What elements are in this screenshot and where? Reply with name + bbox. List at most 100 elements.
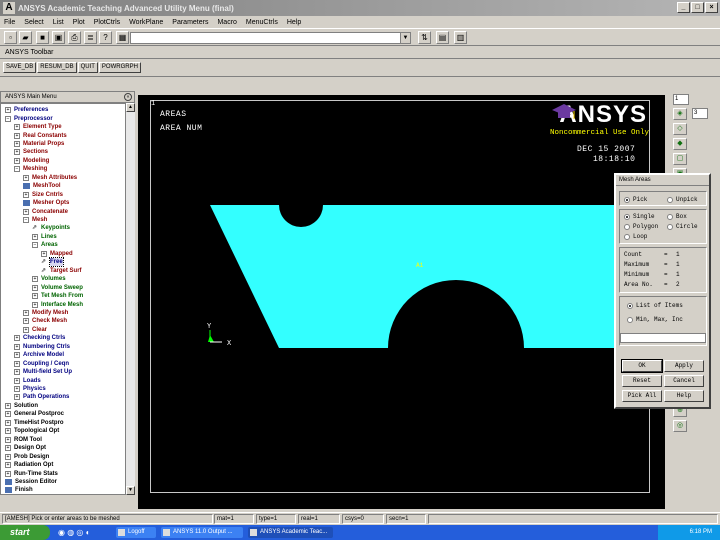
menu-item-tet-mesh-from[interactable]: + Tet Mesh From: [32, 292, 83, 300]
menu-item-keypoints[interactable]: ⇗ Keypoints: [32, 224, 70, 232]
menu-plot[interactable]: Plot: [73, 19, 85, 26]
menu-item-preferences[interactable]: + Preferences: [5, 106, 48, 114]
menu-select[interactable]: Select: [24, 19, 43, 26]
help-button[interactable]: Help: [664, 390, 704, 402]
quick-launch-icons[interactable]: ◉ ◍ ◎ ◐: [58, 528, 90, 537]
menu-item-concatenate[interactable]: + Concatenate: [23, 207, 68, 215]
menu-item-interface-mesh[interactable]: + Interface Mesh: [32, 300, 83, 308]
menu-item-rom-tool[interactable]: + ROM Tool: [5, 436, 42, 444]
raise-hidden-icon[interactable]: ⇅: [418, 31, 431, 44]
menu-item-mesh[interactable]: − Mesh: [23, 216, 47, 224]
single-radio[interactable]: Single: [624, 213, 655, 220]
menu-item-multi-field-set-up[interactable]: + Multi-field Set Up: [14, 368, 72, 376]
menu-item-radiation-opt[interactable]: + Radiation Opt: [5, 461, 53, 469]
menu-item-general-postproc[interactable]: + General Postproc: [5, 410, 64, 418]
close-button[interactable]: ×: [705, 2, 718, 13]
task-logoff[interactable]: Logoff: [116, 527, 156, 538]
unpick-radio[interactable]: Unpick: [667, 196, 698, 203]
menu-item-modeling[interactable]: + Modeling: [14, 157, 49, 165]
menu-item-timehist-postpro[interactable]: + TimeHist Postpro: [5, 419, 64, 427]
window-select[interactable]: 1: [673, 94, 689, 105]
menu-item-loads[interactable]: + Loads: [14, 376, 41, 384]
save-icon[interactable]: ■: [36, 31, 49, 44]
menu-item-meshtool[interactable]: MeshTool: [23, 182, 61, 190]
menu-list[interactable]: List: [53, 19, 64, 26]
pick-radio[interactable]: Pick: [624, 196, 647, 203]
menu-workplane[interactable]: WorkPlane: [129, 19, 163, 26]
menu-item-coupling-ceqn[interactable]: + Coupling / Ceqn: [14, 360, 69, 368]
workbench-icon[interactable]: ▥: [454, 31, 467, 44]
menu-item-volume-sweep[interactable]: + Volume Sweep: [32, 283, 83, 291]
menu-item-path-operations[interactable]: + Path Operations: [14, 393, 69, 401]
menu-item-clear[interactable]: + Clear: [23, 326, 47, 334]
task-ansys-main[interactable]: ANSYS Academic Teac...: [248, 527, 333, 538]
collapse-icon[interactable]: «: [124, 93, 132, 101]
polygon-radio[interactable]: Polygon: [624, 223, 658, 230]
menu-macro[interactable]: Macro: [217, 19, 236, 26]
report-icon[interactable]: ≣: [84, 31, 97, 44]
image-capture-icon[interactable]: ▦: [116, 31, 129, 44]
main-menu-scrollbar[interactable]: ▲ ▼: [125, 103, 135, 495]
reset-button[interactable]: Reset: [622, 375, 662, 387]
scroll-up-icon[interactable]: ▲: [126, 103, 135, 112]
powergraph-button[interactable]: POWRGRPH: [98, 62, 141, 73]
open-folder-icon[interactable]: ▰: [19, 31, 32, 44]
reset-view-icon[interactable]: ◎: [673, 420, 687, 432]
menu-item-modify-mesh[interactable]: + Modify Mesh: [23, 309, 68, 317]
menu-item-areas[interactable]: − Areas: [32, 241, 58, 249]
right-view-icon[interactable]: ▢: [673, 153, 687, 165]
save-db-button[interactable]: SAVE_DB: [3, 62, 37, 73]
task-ansys-output[interactable]: ANSYS 11.0 Output ...: [161, 527, 243, 538]
menu-item-size-cntrls[interactable]: + Size Cntrls: [23, 191, 63, 199]
menu-item-physics[interactable]: + Physics: [14, 385, 46, 393]
menu-file[interactable]: File: [4, 19, 15, 26]
contact-manager-icon[interactable]: ▤: [436, 31, 449, 44]
command-input[interactable]: ▼: [130, 32, 411, 44]
resume-db-button[interactable]: RESUM_DB: [37, 62, 77, 73]
menu-menuctrls[interactable]: MenuCtrls: [246, 19, 278, 26]
menu-item-archive-model[interactable]: + Archive Model: [14, 351, 64, 359]
iso-view-icon[interactable]: ◈: [673, 108, 687, 120]
menu-item-element-type[interactable]: + Element Type: [14, 123, 62, 131]
scroll-down-icon[interactable]: ▼: [126, 486, 135, 495]
pick-all-button[interactable]: Pick All: [622, 390, 662, 402]
menu-item-prob-design[interactable]: + Prob Design: [5, 452, 49, 460]
menu-item-check-mesh[interactable]: + Check Mesh: [23, 317, 67, 325]
menu-item-mesh-attributes[interactable]: + Mesh Attributes: [23, 174, 77, 182]
apply-button[interactable]: Apply: [664, 360, 704, 372]
menu-item-real-constants[interactable]: + Real Constants: [14, 131, 67, 139]
list-of-items-radio[interactable]: List of Items: [627, 302, 683, 309]
view-select[interactable]: 3: [692, 108, 708, 119]
help-bulb-icon[interactable]: ?: [99, 31, 112, 44]
menu-item-target-surf[interactable]: ⇗ Target Surf: [41, 267, 82, 275]
cancel-button[interactable]: Cancel: [664, 375, 704, 387]
menu-item-free[interactable]: ⇗ Free: [41, 257, 64, 268]
menu-item-solution[interactable]: + Solution: [5, 402, 38, 410]
chevron-down-icon[interactable]: ▼: [400, 33, 410, 43]
print-icon[interactable]: ⎙: [68, 31, 81, 44]
quit-button[interactable]: QUIT: [77, 62, 98, 73]
menu-item-lines[interactable]: + Lines: [32, 233, 57, 241]
plot-icon[interactable]: ▣: [52, 31, 65, 44]
top-view-icon[interactable]: ◆: [673, 138, 687, 150]
menu-item-preprocessor[interactable]: − Preprocessor: [5, 114, 53, 122]
loop-radio[interactable]: Loop: [624, 233, 647, 240]
minimize-button[interactable]: _: [677, 2, 690, 13]
menu-item-mesher-opts[interactable]: Mesher Opts: [23, 199, 69, 207]
menu-plotctrls[interactable]: PlotCtrls: [94, 19, 120, 26]
menu-item-material-props[interactable]: + Material Props: [14, 140, 64, 148]
front-view-icon[interactable]: ◇: [673, 123, 687, 135]
menu-item-run-time-stats[interactable]: + Run-Time Stats: [5, 469, 58, 477]
item-entry-input[interactable]: [620, 333, 706, 343]
box-radio[interactable]: Box: [667, 213, 687, 220]
start-button[interactable]: start: [0, 525, 50, 540]
graphics-window[interactable]: 1 AREAS AREA NUM ANSYS Noncommercial Use…: [138, 95, 665, 509]
menu-item-checking-ctrls[interactable]: + Checking Ctrls: [14, 334, 65, 342]
menu-item-volumes[interactable]: + Volumes: [32, 275, 66, 283]
menu-parameters[interactable]: Parameters: [172, 19, 208, 26]
circle-radio[interactable]: Circle: [667, 223, 698, 230]
new-file-icon[interactable]: ▫: [4, 31, 17, 44]
ok-button[interactable]: OK: [621, 359, 663, 373]
menu-item-session-editor[interactable]: Session Editor: [5, 478, 57, 486]
menu-item-meshing[interactable]: − Meshing: [14, 165, 47, 173]
